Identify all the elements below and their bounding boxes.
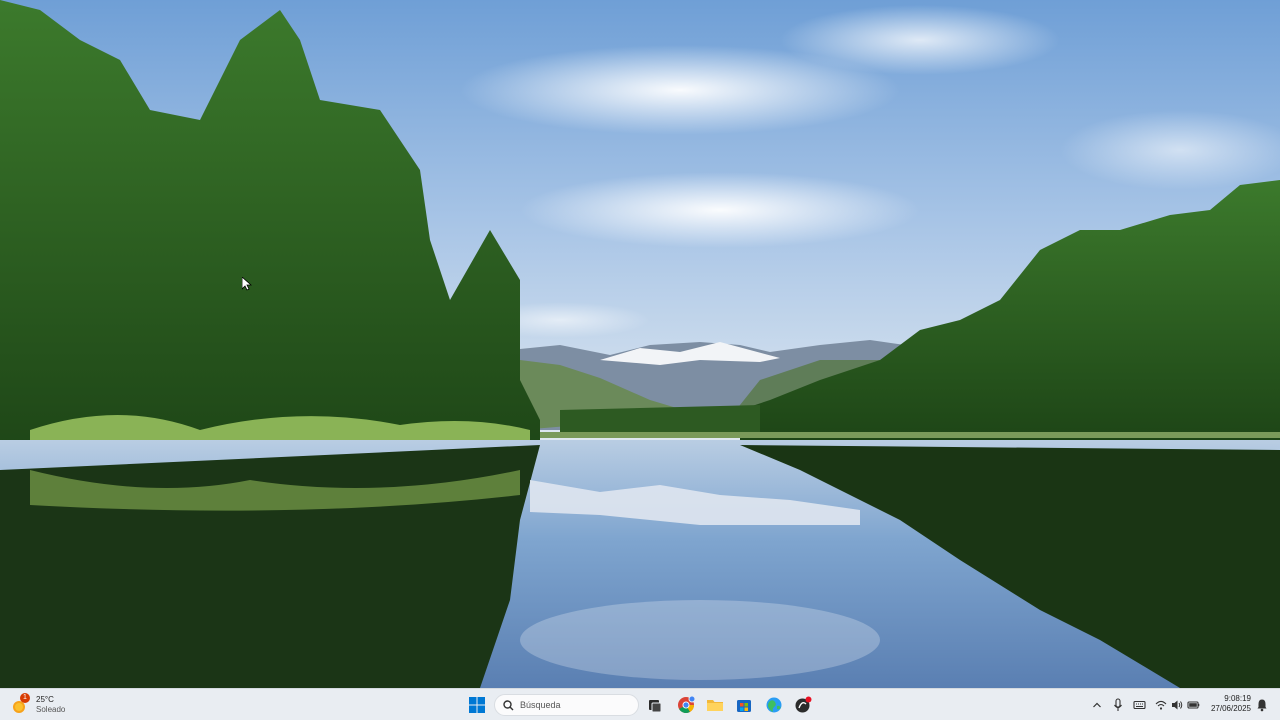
store-icon[interactable] bbox=[735, 696, 753, 714]
search-box[interactable]: Búsqueda bbox=[494, 694, 639, 716]
wifi-icon[interactable] bbox=[1155, 696, 1167, 714]
system-clock[interactable]: 9:08:19 27/06/2025 bbox=[1205, 694, 1251, 714]
sun-weather-icon: 1 bbox=[12, 693, 30, 714]
clock-date: 27/06/2025 bbox=[1210, 704, 1251, 713]
microphone-icon[interactable] bbox=[1113, 696, 1123, 714]
bell-icon[interactable] bbox=[1256, 696, 1268, 714]
battery-icon[interactable] bbox=[1187, 696, 1200, 714]
weather-temperature: 25°C bbox=[36, 695, 54, 704]
windows-start-icon[interactable] bbox=[468, 696, 486, 714]
taskbar: 1 25°C Soleado Búsqueda 9:08:19 27/06/20… bbox=[0, 688, 1280, 720]
folder-icon[interactable] bbox=[706, 696, 724, 714]
search-placeholder: Búsqueda bbox=[520, 700, 561, 710]
wallpaper-image bbox=[0, 0, 1280, 688]
chrome-icon[interactable] bbox=[677, 695, 696, 714]
app-icon[interactable] bbox=[794, 696, 812, 714]
chevron-up-icon[interactable] bbox=[1092, 696, 1102, 714]
task-view-icon[interactable] bbox=[646, 696, 664, 714]
mouse-cursor-icon bbox=[242, 277, 252, 291]
weather-condition: Soleado bbox=[36, 705, 66, 714]
keyboard-icon[interactable] bbox=[1133, 696, 1146, 714]
volume-icon[interactable] bbox=[1171, 696, 1183, 714]
weather-widget[interactable]: 1 25°C Soleado bbox=[12, 692, 65, 718]
search-icon bbox=[503, 699, 514, 710]
globe-icon[interactable] bbox=[765, 696, 783, 714]
desktop-wallpaper bbox=[0, 0, 1280, 688]
clock-time: 9:08:19 bbox=[1224, 694, 1251, 703]
weather-alert-badge: 1 bbox=[20, 693, 30, 703]
